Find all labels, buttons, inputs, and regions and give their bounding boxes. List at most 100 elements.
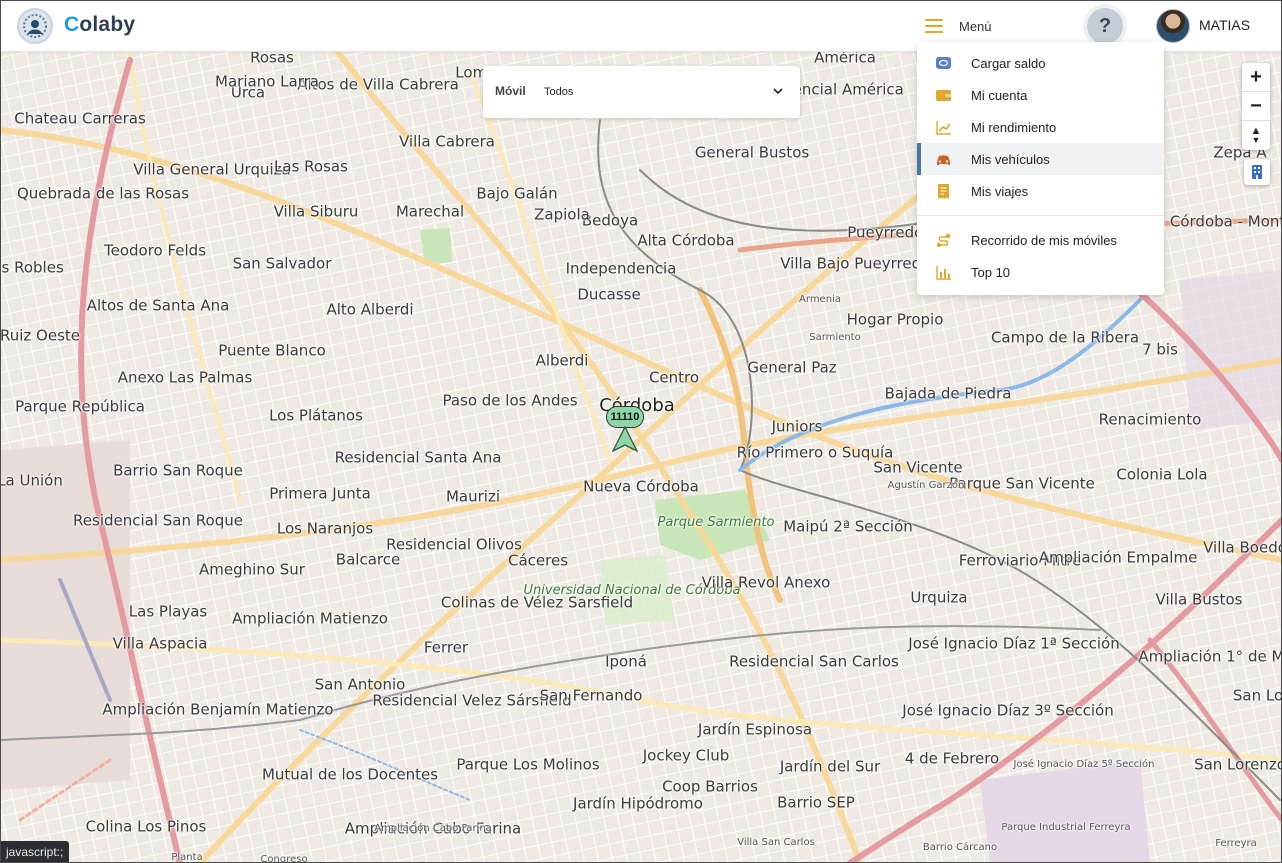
map-label: Residencial San Carlos <box>729 652 899 671</box>
map-label: Puente Blanco <box>218 341 326 360</box>
map-label: Nueva Córdoba <box>583 477 699 496</box>
map-label: Los Plátanos <box>269 406 363 425</box>
map-label: Colina Los Pinos <box>85 817 207 836</box>
user-name[interactable]: MATIAS <box>1199 17 1250 33</box>
movil-select[interactable]: Todos <box>537 80 789 104</box>
map-label: Mutual de los Docentes <box>261 765 439 784</box>
vehicle-marker-label[interactable]: 11110 <box>606 406 644 428</box>
receipt-icon <box>938 184 949 199</box>
main-menu-dropdown: Cargar saldo Mi cuenta Mi rendimiento Mi… <box>917 42 1164 295</box>
menu-button-label: Menú <box>959 18 992 34</box>
map-label: Villa Bajo Pueyrredón <box>780 254 940 273</box>
hamburger-icon <box>925 19 943 33</box>
map-label: 4 de Febrero <box>904 749 1000 768</box>
map-label: Las Playas <box>128 602 208 621</box>
movil-filter-label: Móvil <box>495 84 526 98</box>
menu-separator <box>917 215 1164 216</box>
map-label: Paso de los Andes <box>442 391 578 410</box>
zoom-controls: + − ▲ ▼ <box>1242 63 1270 150</box>
map-label: Residencial Santa Ana <box>334 448 502 467</box>
menu-item-recorrido[interactable]: Recorrido de mis móviles <box>917 224 1164 256</box>
wallet-icon <box>936 90 951 101</box>
help-button[interactable]: ? <box>1087 8 1123 44</box>
zoom-out-button[interactable]: − <box>1242 92 1270 121</box>
map-label: Bajada de Piedra <box>884 384 1012 403</box>
map-label: Quebrada de las Rosas <box>16 184 190 203</box>
map-label: Villa San Carlos <box>737 836 815 848</box>
map-label: Sarmiento <box>809 331 861 343</box>
map-label: Villa Cabrera <box>398 132 496 151</box>
map-label: Parque Industrial Ferreyra <box>1001 821 1131 833</box>
map-label: Congreso <box>260 853 308 863</box>
menu-item-mi-cuenta[interactable]: Mi cuenta <box>917 79 1164 111</box>
map-label: San Fernando <box>539 686 643 705</box>
navigation-arrow-icon[interactable] <box>612 426 638 452</box>
map-label: Alta Córdoba <box>637 231 735 250</box>
map-label: Ameghino Sur <box>199 560 305 579</box>
map-label: Residencial Olivos <box>386 535 522 554</box>
map-label: Parque República <box>15 397 145 416</box>
movil-select-value: Todos <box>544 86 574 98</box>
map-label: 7 bis <box>1142 340 1178 359</box>
map-label: Barrio SEP <box>777 793 855 812</box>
map-label: Villa General Urquiza <box>133 160 291 179</box>
map-label: Río Primero o Suquía <box>736 443 894 462</box>
map-label: San Lorenzo Sur <box>1194 755 1282 774</box>
map-label: Hogar Propio <box>846 310 944 329</box>
map-label: José Ignacio Díaz 5º Sección <box>1013 758 1155 770</box>
map-label: Ampliación Cabo Farina <box>374 822 492 834</box>
map-label: Juniors <box>771 417 823 436</box>
map-label: Jardín Espinosa <box>697 720 813 739</box>
map-label: Residencial San Roque <box>73 511 243 530</box>
map-label: Mariano Larra <box>215 72 319 91</box>
movil-filter: Móvil Todos <box>483 66 800 118</box>
browser-status-bar: javascript:; <box>0 841 70 863</box>
zoom-in-button[interactable]: + <box>1242 63 1270 92</box>
wallet-card-icon <box>936 57 951 69</box>
map-label: Las Rosas <box>274 157 348 176</box>
map-label: Maurizi <box>445 487 501 506</box>
map-label: José Ignacio Díaz 1ª Sección <box>908 634 1120 653</box>
map-label: Parque Los Molinos <box>456 755 600 774</box>
map-label: Armenia <box>799 293 841 305</box>
map-label: Jardín Hipódromo <box>573 794 703 813</box>
chart-line-icon <box>936 121 951 135</box>
map-label: Los Robles <box>0 258 64 277</box>
building-layer-button[interactable] <box>1244 159 1270 185</box>
map-label: Urquiza <box>910 588 968 607</box>
map-label: Alto Alberdi <box>326 300 414 319</box>
menu-button[interactable]: Menú <box>925 12 992 40</box>
chevron-down-icon <box>773 88 783 95</box>
menu-item-top-10[interactable]: Top 10 <box>917 256 1164 288</box>
map-label: Ferreyra <box>1215 837 1257 849</box>
route-icon <box>936 233 951 248</box>
map-label: Independencia <box>565 259 677 278</box>
user-avatar[interactable] <box>1156 9 1190 43</box>
map-label: Maipú 2ª Sección <box>783 517 913 536</box>
menu-item-mis-vehiculos[interactable]: Mis vehículos <box>917 143 1164 175</box>
map-label: Parque San Vicente <box>949 474 1095 493</box>
map-label: Ampliación Empalme <box>1038 548 1198 567</box>
map-label: Villa Siburu <box>273 202 359 221</box>
map-label: General Paz <box>747 358 837 377</box>
map-label: Ampliación Matienzo <box>232 609 388 628</box>
menu-item-mi-rendimiento[interactable]: Mi rendimiento <box>917 111 1164 143</box>
map-label: Barrio Cárcano <box>922 841 998 853</box>
map-label: Villa Aspacia <box>112 634 208 653</box>
map-label: Ampliación Benjamín Matienzo <box>102 700 334 719</box>
colaby-logo-icon <box>17 8 53 44</box>
map-label: San Lo <box>1232 686 1282 705</box>
menu-item-cargar-saldo[interactable]: Cargar saldo <box>917 47 1164 79</box>
map-label: Ferrer <box>423 638 469 657</box>
map-label: Renacimiento <box>1098 410 1202 429</box>
map-label: La Unión <box>0 471 63 490</box>
reset-bearing-button[interactable]: ▲ ▼ <box>1242 121 1270 150</box>
map-label: Centro <box>648 368 700 387</box>
map-label: General Bustos <box>694 143 810 162</box>
map-label: Villa Boedo <box>1203 538 1282 557</box>
map-label: Zapiola <box>534 205 590 224</box>
map-label: Marechal <box>395 202 465 221</box>
brand-name[interactable]: Colaby <box>64 13 135 37</box>
map-label: Anexo Las Palmas <box>117 368 253 387</box>
menu-item-mis-viajes[interactable]: Mis viajes <box>917 175 1164 207</box>
